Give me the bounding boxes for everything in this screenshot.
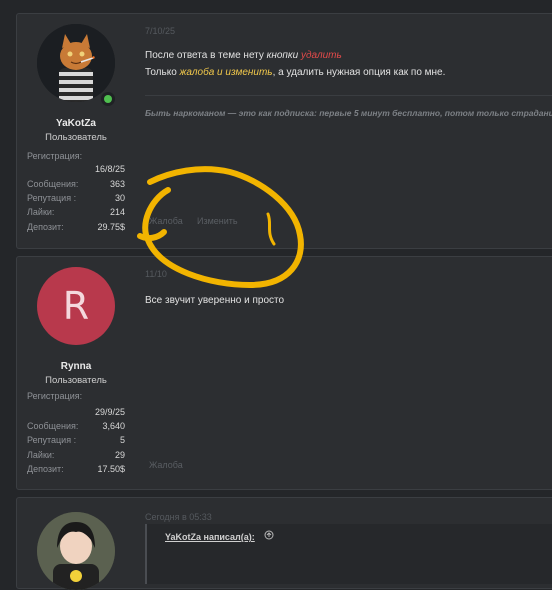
user-avatar[interactable] (37, 24, 115, 102)
message-yellow-text: жалоба (179, 67, 215, 78)
quote-block: YaKotZa написал(а): (145, 524, 552, 584)
stat-label-reputation: Репутация : (27, 435, 77, 445)
stat-value-reputation: 30 (114, 193, 125, 203)
message-text: , а удалить нужная опция как по мне. (272, 67, 446, 78)
username[interactable]: YaKotZa (17, 118, 135, 129)
message-text: Только (145, 67, 180, 78)
post-date[interactable]: 7/10/25 (145, 26, 175, 36)
stat-label-deposit: Депозит: (27, 222, 64, 232)
edit-link[interactable]: Изменить (197, 216, 238, 226)
stat-value-messages: 363 (109, 179, 125, 189)
username[interactable]: Rynna (17, 361, 135, 372)
post-2: R Rynna Пользователь Регистрация: 29/9/2… (16, 256, 552, 490)
message-red-text: удалить (298, 50, 342, 61)
signature: Быть наркоманом — это как подписка: перв… (145, 108, 552, 118)
report-link[interactable]: Жалоба (149, 460, 183, 470)
user-avatar[interactable] (37, 512, 115, 590)
message-yellow-text: и (214, 67, 226, 78)
stat-label-messages: Сообщения: (27, 421, 79, 431)
report-link[interactable]: Жалоба (149, 216, 183, 226)
stat-label-likes: Лайки: (27, 207, 55, 217)
cat-avatar-image (37, 24, 115, 102)
post-1: YaKotZa Пользователь Регистрация: 16/8/2… (16, 13, 552, 249)
stat-label-reputation: Репутация : (27, 193, 77, 203)
user-role: Пользователь (45, 132, 107, 143)
message-italic: кнопки (266, 50, 299, 61)
jump-to-quote-icon[interactable] (264, 530, 274, 540)
anime-avatar-image (37, 512, 115, 590)
online-badge (101, 92, 115, 106)
stat-label-likes: Лайки: (27, 450, 55, 460)
message-yellow-text: изменить (225, 67, 273, 78)
signature-divider (145, 95, 552, 96)
stat-value-likes: 29 (114, 450, 125, 460)
stat-value-deposit: 17.50$ (97, 464, 125, 474)
stat-value-reputation: 5 (119, 435, 125, 445)
stat-value-registration: 16/8/25 (94, 164, 125, 174)
stat-value-deposit: 29.75$ (97, 222, 125, 232)
post-date[interactable]: Сегодня в 05:33 (145, 512, 212, 522)
post-3: Сегодня в 05:33 YaKotZa написал(а): (16, 497, 552, 590)
post-date[interactable]: 11/10 (145, 269, 167, 279)
stat-value-likes: 214 (109, 207, 125, 217)
stat-label-messages: Сообщения: (27, 179, 79, 189)
post-message: Все звучит уверенно и просто (145, 295, 285, 306)
stat-label-deposit: Депозит: (27, 464, 64, 474)
stat-value-registration: 29/9/25 (94, 407, 125, 417)
quote-author[interactable]: YaKotZa написал(а): (165, 532, 255, 542)
message-text: После ответа в теме нету (145, 50, 267, 61)
user-avatar[interactable]: R (37, 267, 115, 345)
avatar-letter: R (62, 284, 90, 328)
stat-label-registration: Регистрация: (27, 391, 83, 401)
post-message: После ответа в теме нету кнопки удалить … (145, 47, 445, 81)
user-role: Пользователь (45, 375, 107, 386)
stat-value-messages: 3,640 (102, 421, 125, 431)
stat-label-registration: Регистрация: (27, 151, 83, 161)
